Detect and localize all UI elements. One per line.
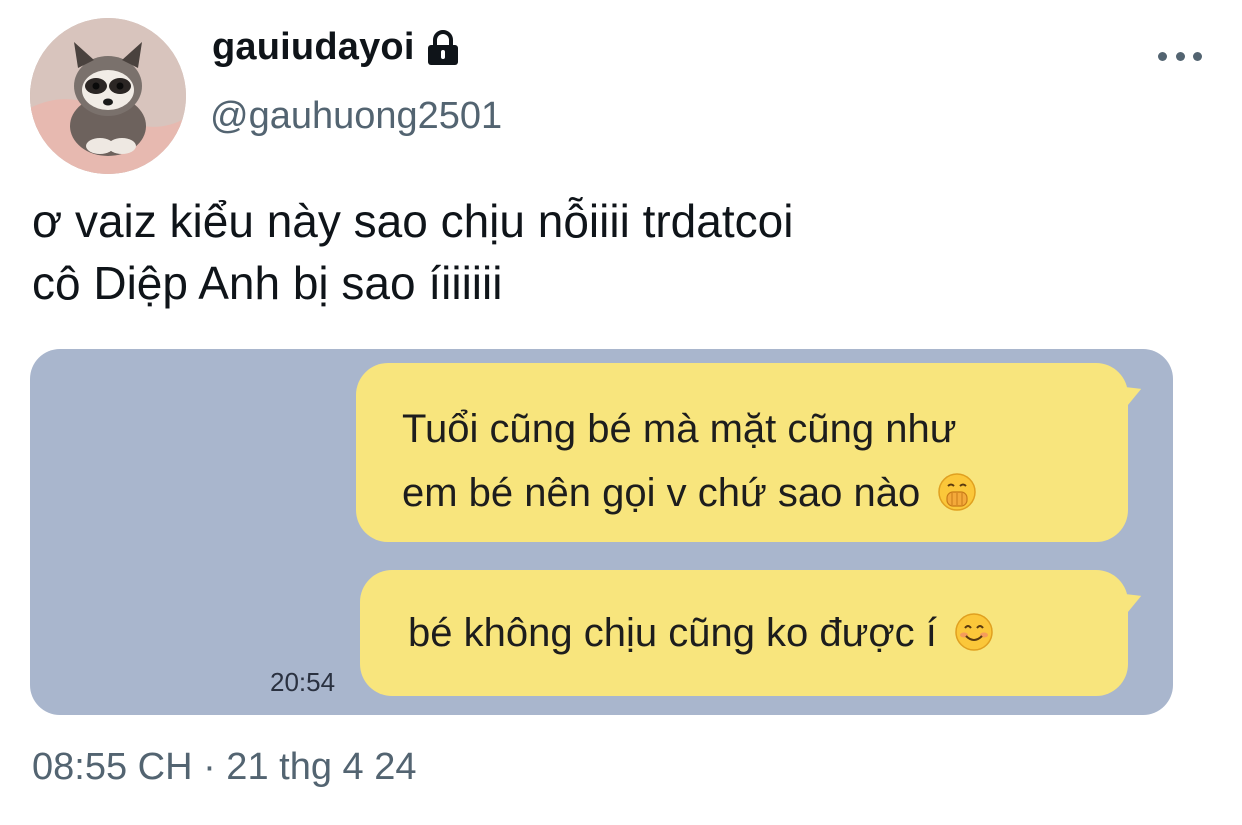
chat-line: bé không chịu cũng ko được í: [408, 611, 937, 655]
attached-image[interactable]: Tuổi cũng bé mà mặt cũng như em bé nên g…: [30, 349, 1173, 715]
tweet-line: cô Diệp Anh bị sao íiiiiii: [32, 257, 503, 309]
chat-bubble: Tuổi cũng bé mà mặt cũng như em bé nên g…: [356, 363, 1146, 542]
more-dot: [1158, 51, 1167, 61]
user-handle[interactable]: @gauhuong2501: [210, 95, 502, 138]
hand-over-mouth-emoji: [938, 473, 977, 511]
more-dot: [1175, 51, 1185, 61]
lock-icon: [427, 29, 458, 65]
chat-message: bé không chịu cũng ko được í: [408, 601, 994, 665]
chat-time: 20:54: [270, 667, 336, 697]
display-name[interactable]: gauiudayoi: [212, 26, 415, 69]
more-options-icon[interactable]: [1158, 44, 1202, 68]
raccoon-avatar: [30, 18, 186, 174]
display-name-row: gauiudayoi: [212, 26, 463, 69]
chat-line: Tuổi cũng bé mà mặt cũng như: [402, 407, 957, 451]
chat-message: Tuổi cũng bé mà mặt cũng như em bé nên g…: [402, 397, 977, 525]
avatar[interactable]: [30, 18, 186, 174]
tweet-text: ơ vaiz kiểu này sao chịu nỗiiii trdatcoi…: [32, 190, 793, 314]
bubble-tail: [1116, 584, 1146, 616]
more-dot: [1193, 51, 1202, 61]
chat-bubble: bé không chịu cũng ko được í: [360, 570, 1146, 696]
bubble-tail: [1116, 377, 1146, 409]
tweet-line: ơ vaiz kiểu này sao chịu nỗiiii trdatcoi: [32, 195, 794, 247]
tweet-timestamp[interactable]: 08:55 CH · 21 thg 4 24: [32, 746, 416, 789]
smiling-face-emoji: [955, 613, 993, 651]
chat-line: em bé nên gọi v chứ sao nào: [402, 471, 921, 515]
